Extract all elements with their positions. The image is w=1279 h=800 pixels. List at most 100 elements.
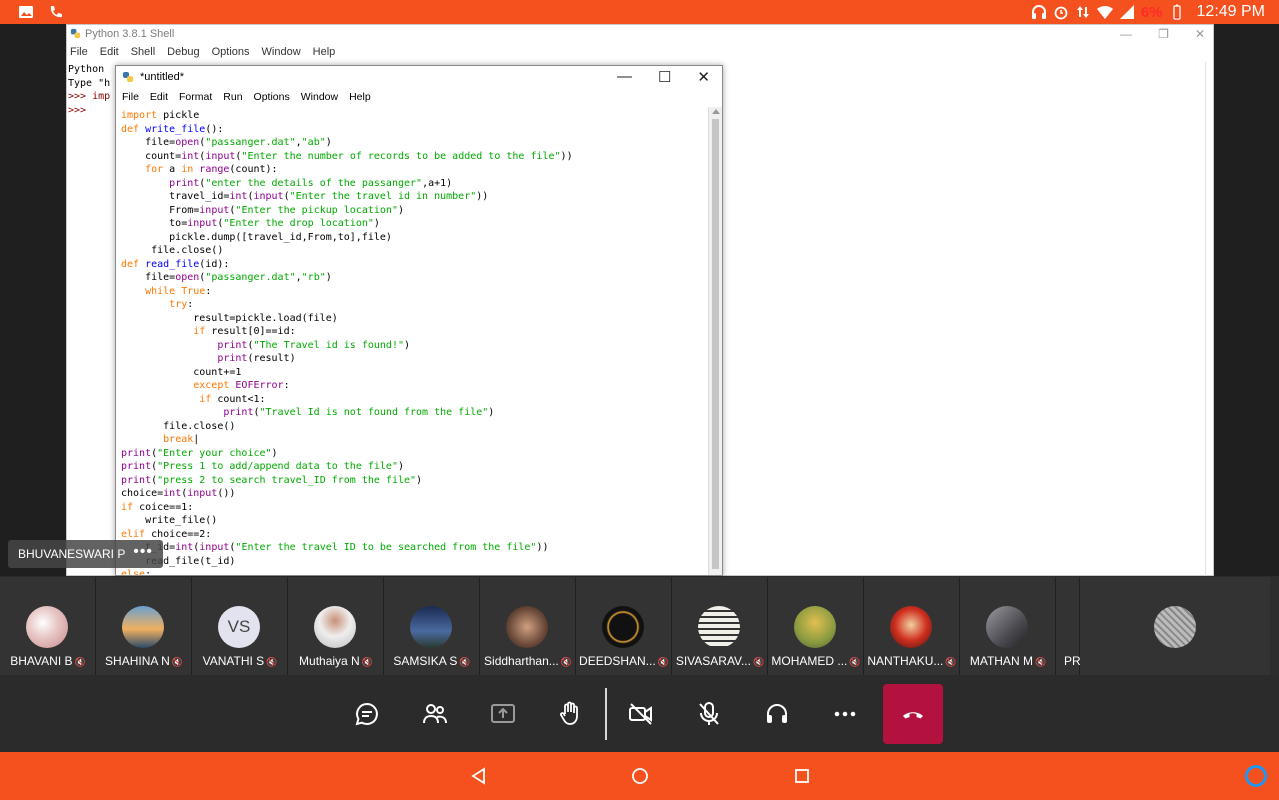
chat-button[interactable] — [347, 695, 387, 733]
audio-button[interactable] — [757, 695, 797, 733]
participant-name: Muthaiya N — [299, 654, 360, 668]
raise-hand-icon — [560, 701, 578, 725]
participant-name: Siddharthan... — [484, 654, 559, 668]
participant-tile[interactable]: SAMSIKA S 🔇 — [384, 577, 480, 675]
close-icon[interactable]: ✕ — [1195, 27, 1205, 41]
editor-menu-format[interactable]: Format — [179, 91, 212, 107]
shell-menu-help[interactable]: Help — [313, 46, 336, 62]
meeting-controls — [0, 675, 1279, 752]
avatar-initials: VS — [218, 606, 260, 648]
shell-scrollbar[interactable] — [1205, 62, 1213, 576]
code-area[interactable]: import pickle def write_file(): file=ope… — [121, 109, 573, 575]
participant-tile[interactable]: BHAVANI B 🔇 — [0, 577, 96, 675]
controls-divider — [605, 688, 607, 740]
more-button[interactable] — [825, 695, 865, 733]
participant-name: BHAVANI B — [10, 654, 73, 668]
end-call-icon — [903, 712, 923, 719]
editor-close-icon[interactable]: ✕ — [697, 68, 710, 86]
shell-line: Python — [68, 64, 105, 75]
mic-off-icon: 🔇 — [560, 657, 572, 667]
participant-name: MATHAN M — [969, 654, 1033, 668]
home-icon[interactable] — [630, 766, 650, 786]
editor-menu-edit[interactable]: Edit — [150, 91, 168, 107]
python-logo-icon — [70, 28, 81, 39]
participant-tile[interactable]: NANTHAKU... 🔇 — [864, 577, 960, 675]
participants-button[interactable] — [415, 695, 455, 733]
participant-tile[interactable]: Muthaiya N 🔇 — [288, 577, 384, 675]
active-speaker-label[interactable]: BHUVANESWARI P ••• — [8, 540, 163, 568]
shell-menu-options[interactable]: Options — [212, 46, 250, 62]
shell-menu-shell[interactable]: Shell — [131, 46, 155, 62]
clock: 12:49 PM — [1196, 3, 1265, 20]
participants-icon — [423, 704, 447, 724]
participant-name: DEEDSHAN... — [579, 654, 656, 668]
raise-hand-button[interactable] — [551, 695, 591, 733]
editor-menu-help[interactable]: Help — [349, 91, 371, 107]
editor-title-bar: *untitled* — ☐ ✕ — [116, 66, 722, 88]
shell-menu-window[interactable]: Window — [262, 46, 301, 62]
shell-line: >>> — [68, 104, 87, 116]
editor-menu-window[interactable]: Window — [301, 91, 338, 107]
avatar — [410, 606, 452, 648]
battery-percent: 6% — [1140, 3, 1163, 21]
avatar — [602, 606, 644, 648]
mic-button[interactable] — [689, 695, 729, 733]
share-screen-button[interactable] — [483, 695, 523, 733]
restore-icon[interactable]: ❐ — [1158, 27, 1169, 41]
shell-line: Type "h — [68, 77, 111, 89]
camera-off-icon — [629, 703, 652, 725]
audio-icon — [767, 704, 787, 723]
avatar — [1154, 606, 1196, 648]
gallery-icon — [19, 6, 33, 18]
editor-menu-options[interactable]: Options — [254, 91, 290, 107]
assistant-icon[interactable] — [1245, 765, 1267, 787]
shell-line: >>> imp — [68, 91, 111, 102]
shell-menu-debug[interactable]: Debug — [167, 46, 199, 62]
back-icon[interactable] — [469, 766, 489, 786]
minimize-icon[interactable]: — — [1120, 27, 1132, 41]
end-call-button[interactable] — [883, 684, 943, 744]
avatar — [506, 606, 548, 648]
participant-tile[interactable]: SHAHINA N 🔇 — [96, 577, 192, 675]
participant-tile[interactable]: DEEDSHAN... 🔇 — [576, 577, 672, 675]
editor-scrollbar[interactable] — [708, 107, 722, 575]
speaker-name: BHUVANESWARI P — [18, 547, 126, 561]
data-arrows-icon — [1076, 6, 1089, 18]
scroll-up-icon[interactable] — [712, 109, 720, 114]
more-icon — [834, 711, 856, 717]
mic-off-icon: 🔇 — [459, 657, 471, 667]
self-view-tile[interactable] — [1080, 577, 1270, 675]
editor-menu-run[interactable]: Run — [223, 91, 242, 107]
mic-off-icon: 🔇 — [74, 657, 86, 667]
shell-menu-bar: File Edit Shell Debug Options Window Hel… — [67, 44, 1213, 62]
participant-tile[interactable]: MOHAMED ... 🔇 — [768, 577, 864, 675]
editor-maximize-icon[interactable]: ☐ — [658, 68, 671, 86]
mic-off-icon: 🔇 — [266, 657, 278, 667]
editor-menu-bar: File Edit Format Run Options Window Help — [116, 88, 722, 107]
shell-title-bar: Python 3.8.1 Shell — ❐ ✕ — [67, 25, 1213, 44]
avatar — [26, 606, 68, 648]
participant-tile[interactable]: VS VANATHI S 🔇 — [192, 577, 288, 675]
more-options-icon[interactable]: ••• — [133, 543, 153, 561]
scroll-thumb[interactable] — [712, 119, 719, 569]
mic-off-icon: 🔇 — [849, 657, 861, 667]
shell-menu-edit[interactable]: Edit — [100, 46, 119, 62]
camera-button[interactable] — [621, 695, 661, 733]
editor-menu-file[interactable]: File — [122, 91, 139, 107]
participant-tile[interactable]: PR — [1056, 577, 1080, 675]
editor-minimize-icon[interactable]: — — [617, 68, 632, 86]
mic-off-icon: 🔇 — [945, 657, 957, 667]
participant-tile[interactable]: SIVASARAV... 🔇 — [672, 577, 768, 675]
mic-off-icon: 🔇 — [752, 657, 765, 667]
python-logo-icon — [123, 72, 133, 82]
wifi-icon — [1096, 5, 1113, 19]
participant-name: PR — [1064, 654, 1080, 668]
mic-off-icon: 🔇 — [657, 657, 669, 667]
participant-tile[interactable]: MATHAN M 🔇 — [960, 577, 1056, 675]
participant-tile[interactable]: Siddharthan... 🔇 — [480, 577, 576, 675]
chat-icon — [355, 702, 378, 726]
mic-off-icon — [699, 702, 719, 725]
shell-menu-file[interactable]: File — [70, 46, 88, 62]
shell-output[interactable]: Python Type "h >>> imp >>> — [68, 63, 110, 117]
recents-icon[interactable] — [792, 766, 812, 786]
